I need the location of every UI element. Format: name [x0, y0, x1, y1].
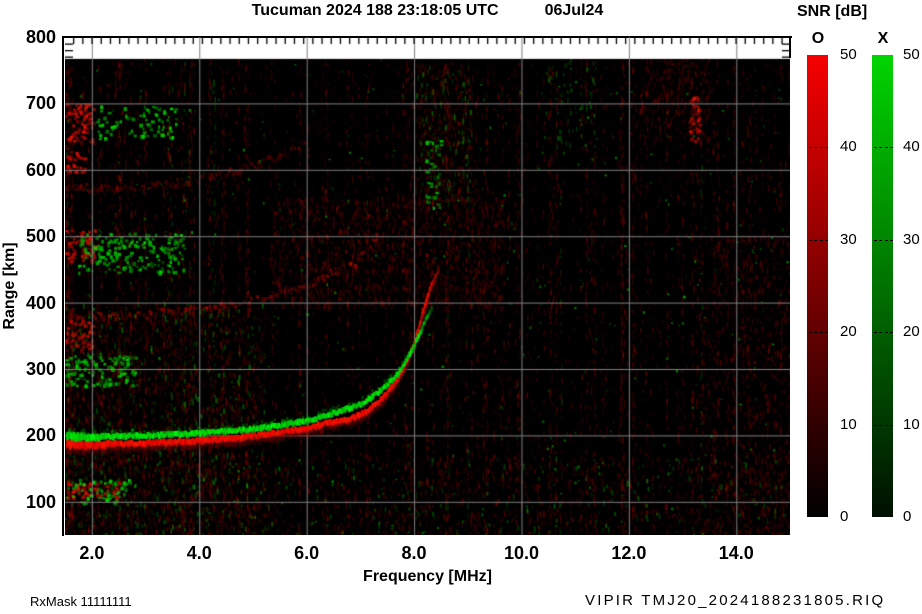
- colorbar-tick-label: 0: [840, 508, 870, 525]
- colorbar-tick-label: 10: [840, 416, 870, 433]
- y-tick-label: 200: [14, 424, 56, 446]
- y-tick-label: 300: [14, 358, 56, 380]
- colorbar-tick-label: 20: [840, 323, 870, 340]
- colorbar-tick-label: 0: [903, 508, 922, 525]
- filename-annotation: VIPIR TMJ20_2024188231805.RIQ: [585, 592, 885, 609]
- colorbar-tick: [820, 240, 828, 241]
- x-axis-title: Frequency [MHz]: [65, 568, 790, 586]
- colorbar-tick: [874, 240, 882, 241]
- colorbar-tick: [809, 425, 817, 426]
- o-mode-colorbar: [807, 55, 828, 517]
- plot-frame-left: [62, 36, 64, 536]
- colorbar-tick: [820, 147, 828, 148]
- colorbar-tick: [809, 240, 817, 241]
- colorbar-tick: [874, 147, 882, 148]
- colorbar-tick: [809, 332, 817, 333]
- x-tick-label: 14.0: [706, 543, 766, 564]
- title-date: 06Jul24: [545, 2, 604, 19]
- x-tick-label: 10.0: [491, 543, 551, 564]
- colorbar-tick-label: 20: [903, 323, 922, 340]
- y-tick-label: 100: [14, 491, 56, 513]
- colorbar-tick: [885, 332, 893, 333]
- x-tick-label: 2.0: [62, 543, 122, 564]
- colorbar-tick: [885, 240, 893, 241]
- x-tick-label: 12.0: [599, 543, 659, 564]
- colorbar-tick: [820, 425, 828, 426]
- colorbar-title: SNR [dB]: [797, 3, 867, 21]
- ionogram-heatmap: [65, 37, 790, 535]
- colorbar-tick: [874, 425, 882, 426]
- colorbar-tick: [885, 425, 893, 426]
- o-mode-label: O: [807, 30, 829, 48]
- plot-title: Tucuman 2024 188 23:18:05 UTC 06Jul24: [65, 2, 790, 20]
- colorbar-tick: [809, 147, 817, 148]
- colorbar-tick: [885, 147, 893, 148]
- y-tick-label: 600: [14, 159, 56, 181]
- y-axis-title: Range [km]: [1, 221, 19, 351]
- y-tick-label: 400: [14, 292, 56, 314]
- y-tick-label: 800: [14, 26, 56, 48]
- title-text: Tucuman 2024 188 23:18:05 UTC: [252, 2, 499, 19]
- y-tick-label: 700: [14, 92, 56, 114]
- rxmask-annotation: RxMask 11111111: [30, 594, 132, 609]
- x-mode-colorbar: [872, 55, 893, 517]
- x-tick-label: 6.0: [277, 543, 337, 564]
- colorbar-tick: [874, 332, 882, 333]
- x-tick-label: 4.0: [169, 543, 229, 564]
- y-tick-label: 500: [14, 225, 56, 247]
- colorbar-tick-label: 50: [840, 46, 870, 63]
- colorbar-tick: [820, 332, 828, 333]
- colorbar-tick-label: 40: [903, 138, 922, 155]
- colorbar-tick-label: 50: [903, 46, 922, 63]
- x-tick-label: 8.0: [384, 543, 444, 564]
- colorbar-tick-label: 30: [840, 231, 870, 248]
- colorbar-tick-label: 10: [903, 416, 922, 433]
- colorbar-tick-label: 30: [903, 231, 922, 248]
- colorbar-tick-label: 40: [840, 138, 870, 155]
- x-mode-label: X: [872, 30, 894, 48]
